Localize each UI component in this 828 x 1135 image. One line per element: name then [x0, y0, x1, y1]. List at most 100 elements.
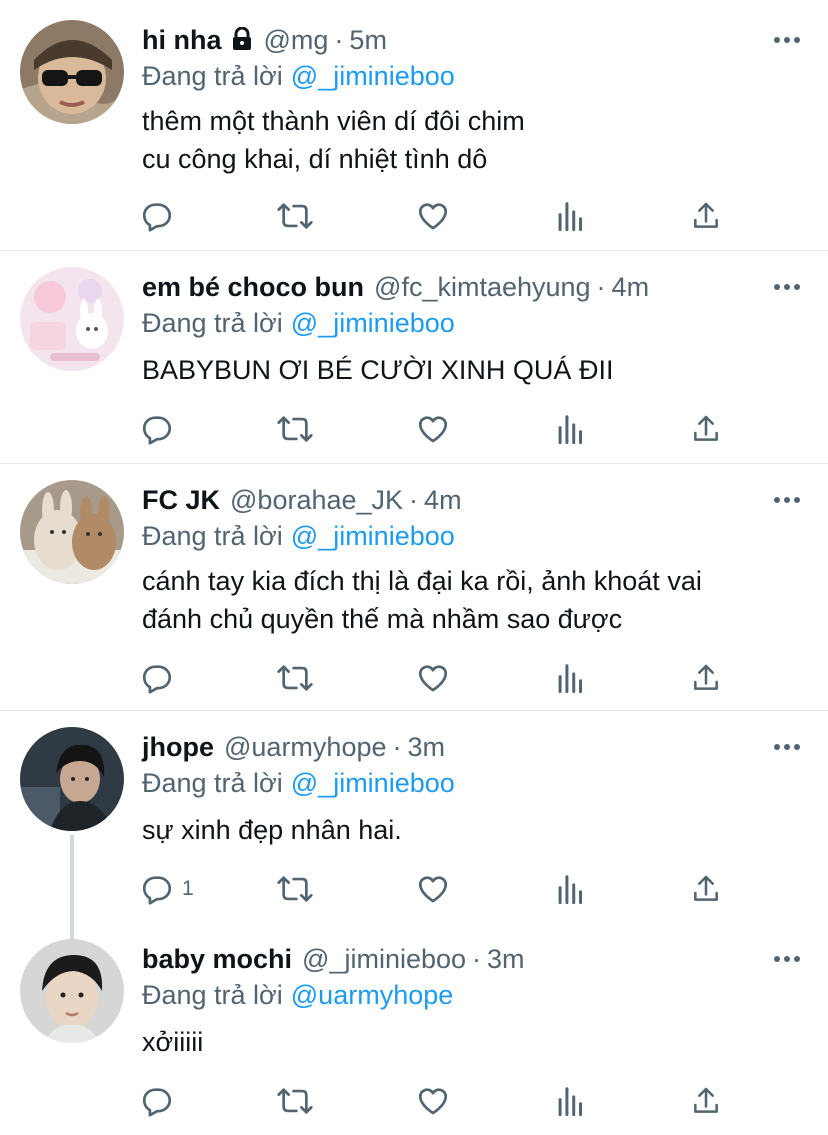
tweet-header: FC JK @borahae_JK · 4m — [142, 480, 768, 520]
tweet-text: BABYBUN ƠI BÉ CƯỜI XINH QUÁ ĐII — [142, 355, 614, 385]
tweet-text: cánh tay kia đích thị là đại ka rồi, ảnh… — [142, 566, 702, 634]
replying-to-label: Đang trả lời — [142, 521, 283, 551]
mention-link[interactable]: @_jiminieboo — [291, 521, 455, 551]
mention-link[interactable]: @_jiminieboo — [291, 308, 455, 338]
retweet-icon — [276, 872, 314, 906]
tweet[interactable]: jhope @uarmyhope · 3m Đang trả lời @_jiminie… — [0, 711, 828, 939]
share-button[interactable] — [690, 1083, 722, 1119]
like-button[interactable] — [416, 660, 450, 696]
share-button[interactable] — [690, 411, 722, 447]
heart-icon — [416, 661, 450, 695]
tweet[interactable]: baby mochi @_jiminieboo · 3m Đang trả lời @u… — [0, 923, 828, 1135]
replying-to-label: Đang trả lời — [142, 61, 283, 91]
reply-button[interactable]: 1 — [140, 871, 194, 907]
avatar[interactable] — [20, 20, 124, 124]
handle[interactable]: @mg — [264, 25, 329, 55]
timestamp[interactable]: 5m — [349, 25, 387, 55]
like-button[interactable] — [416, 198, 450, 234]
heart-icon — [416, 412, 450, 446]
replying-to-label: Đang trả lời — [142, 308, 283, 338]
separator-dot: · — [392, 732, 402, 762]
replying-to-label: Đang trả lời — [142, 980, 283, 1010]
reply-icon — [140, 1084, 174, 1118]
views-button[interactable] — [556, 871, 586, 907]
more-icon[interactable] — [774, 275, 800, 299]
reply-icon — [140, 412, 174, 446]
retweet-icon — [276, 1084, 314, 1118]
replying-to-label: Đang trả lời — [142, 768, 283, 798]
heart-icon — [416, 1084, 450, 1118]
views-button[interactable] — [556, 660, 586, 696]
timestamp[interactable]: 4m — [424, 485, 462, 515]
tweet[interactable]: FC JK @borahae_JK · 4m Đang trả lời @_jimini… — [0, 464, 828, 710]
tweet[interactable]: em bé choco bun @fc_kimtaehyung · 4m Đang t… — [0, 251, 828, 463]
tweet-header: baby mochi @_jiminieboo · 3m — [142, 939, 768, 979]
like-button[interactable] — [416, 411, 450, 447]
avatar[interactable] — [20, 480, 124, 584]
retweet-button[interactable] — [276, 1083, 314, 1119]
share-button[interactable] — [690, 660, 722, 696]
reply-count: 1 — [182, 877, 194, 900]
share-icon — [690, 412, 722, 446]
timestamp[interactable]: 3m — [487, 944, 525, 974]
tweet-header: em bé choco bun @fc_kimtaehyung · 4m — [142, 267, 768, 307]
reply-button[interactable] — [140, 411, 174, 447]
tweet[interactable]: hi nha @mg · 5m Đang trả lời @_jiminieboo th… — [0, 0, 828, 250]
avatar[interactable] — [20, 267, 124, 371]
views-button[interactable] — [556, 198, 586, 234]
tweet-text: thêm một thành viên dí đôi chim cu công … — [142, 106, 525, 174]
display-name[interactable]: FC JK — [142, 485, 220, 515]
tweet-actions — [0, 660, 828, 696]
share-button[interactable] — [690, 198, 722, 234]
reply-icon — [140, 872, 174, 906]
timestamp[interactable]: 3m — [408, 732, 446, 762]
retweet-button[interactable] — [276, 411, 314, 447]
tweet-actions — [0, 198, 828, 234]
analytics-icon — [556, 661, 586, 695]
tweet-text: xởiiiii — [142, 1027, 204, 1057]
reply-icon — [140, 199, 174, 233]
reply-button[interactable] — [140, 198, 174, 234]
display-name[interactable]: baby mochi — [142, 944, 292, 974]
mention-link[interactable]: @_jiminieboo — [291, 61, 455, 91]
separator-dot: · — [596, 272, 606, 302]
more-icon[interactable] — [774, 735, 800, 759]
more-icon[interactable] — [774, 947, 800, 971]
tweet-actions: 1 — [0, 871, 828, 907]
views-button[interactable] — [556, 1083, 586, 1119]
avatar[interactable] — [20, 727, 124, 831]
reply-icon — [140, 661, 174, 695]
timestamp[interactable]: 4m — [612, 272, 650, 302]
share-button[interactable] — [690, 871, 722, 907]
views-button[interactable] — [556, 411, 586, 447]
more-icon[interactable] — [774, 28, 800, 52]
like-button[interactable] — [416, 1083, 450, 1119]
like-button[interactable] — [416, 871, 450, 907]
tweet-actions — [0, 411, 828, 447]
replying-to: Đang trả lời @uarmyhope — [142, 975, 453, 1015]
display-name[interactable]: jhope — [142, 732, 214, 762]
replying-to: Đang trả lời @_jiminieboo — [142, 56, 455, 96]
retweet-button[interactable] — [276, 198, 314, 234]
avatar[interactable] — [20, 939, 124, 1043]
reply-button[interactable] — [140, 1083, 174, 1119]
mention-link[interactable]: @_jiminieboo — [291, 768, 455, 798]
handle[interactable]: @_jiminieboo — [302, 944, 466, 974]
separator-dot: · — [334, 25, 344, 55]
handle[interactable]: @fc_kimtaehyung — [374, 272, 591, 302]
analytics-icon — [556, 1084, 586, 1118]
handle[interactable]: @borahae_JK — [230, 485, 403, 515]
retweet-button[interactable] — [276, 871, 314, 907]
analytics-icon — [556, 199, 586, 233]
display-name[interactable]: em bé choco bun — [142, 272, 364, 302]
more-icon[interactable] — [774, 488, 800, 512]
reply-button[interactable] — [140, 660, 174, 696]
share-icon — [690, 872, 722, 906]
retweet-button[interactable] — [276, 660, 314, 696]
handle[interactable]: @uarmyhope — [224, 732, 387, 762]
replying-to: Đang trả lời @_jiminieboo — [142, 303, 455, 343]
mention-link[interactable]: @uarmyhope — [291, 980, 454, 1010]
share-icon — [690, 1084, 722, 1118]
tweet-actions — [0, 1083, 828, 1119]
display-name[interactable]: hi nha — [142, 25, 222, 55]
